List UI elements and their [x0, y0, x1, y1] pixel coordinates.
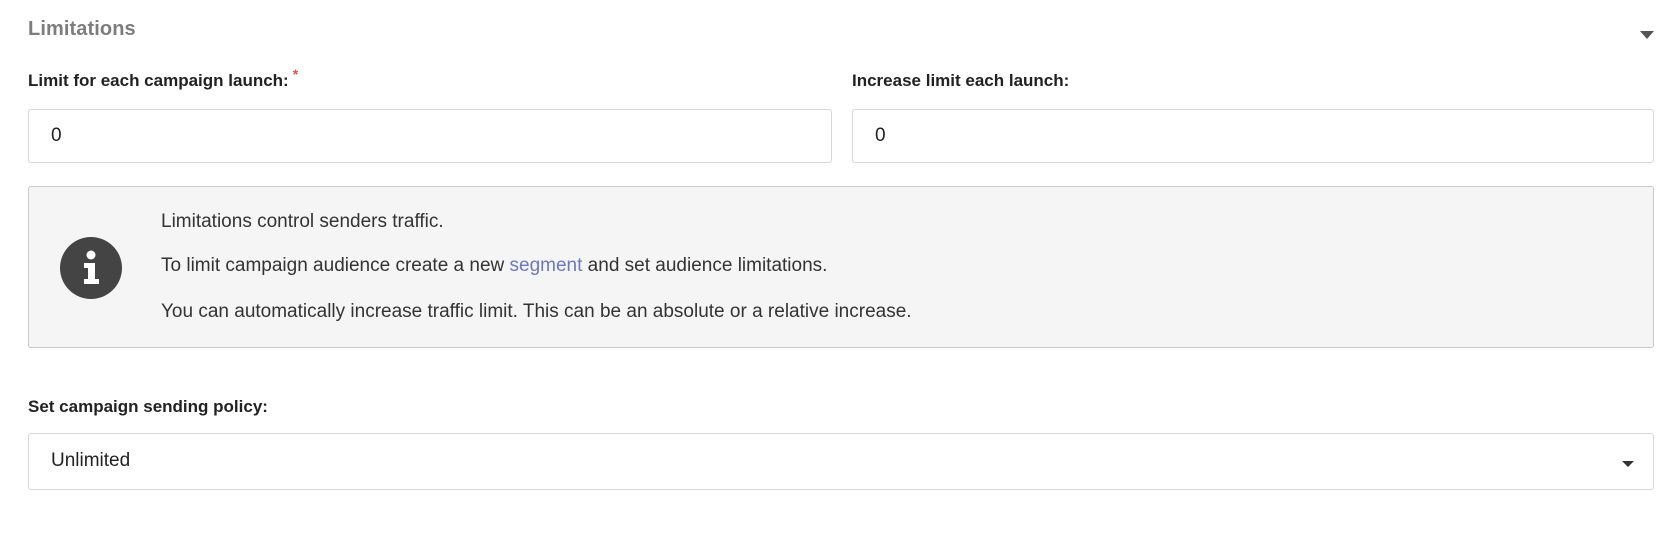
caret-down-icon[interactable] [1638, 28, 1656, 42]
section-header[interactable]: Limitations [28, 18, 1656, 48]
section-title: Limitations [28, 18, 136, 40]
limit-each-launch-label-text: Limit for each campaign launch: [28, 71, 289, 90]
sending-policy-label: Set campaign sending policy: [28, 397, 268, 416]
limitations-panel: Limitations Limit for each campaign laun… [0, 0, 1678, 533]
sending-policy-value: Unlimited [51, 450, 131, 471]
info-line-2-end: and set audience limitations. [582, 255, 828, 276]
info-line-1: Limitations control senders traffic. [161, 211, 444, 232]
limit-each-launch-label: Limit for each campaign launch: * [28, 66, 298, 91]
segment-link[interactable]: segment [510, 255, 583, 276]
limit-each-launch-input[interactable] [28, 109, 832, 163]
info-line-2: To limit campaign audience create a new … [161, 255, 827, 277]
info-circle-icon [60, 237, 122, 299]
sending-policy-select[interactable]: Unlimited [28, 433, 1654, 490]
info-line-2-start: To limit campaign audience create a new [161, 255, 510, 276]
increase-limit-label: Increase limit each launch: [852, 71, 1070, 90]
increase-limit-input[interactable] [852, 109, 1654, 163]
caret-down-icon [1621, 456, 1635, 467]
info-box: Limitations control senders traffic. To … [28, 186, 1654, 348]
required-asterisk: * [292, 66, 299, 82]
info-line-3: You can automatically increase traffic l… [161, 301, 912, 322]
